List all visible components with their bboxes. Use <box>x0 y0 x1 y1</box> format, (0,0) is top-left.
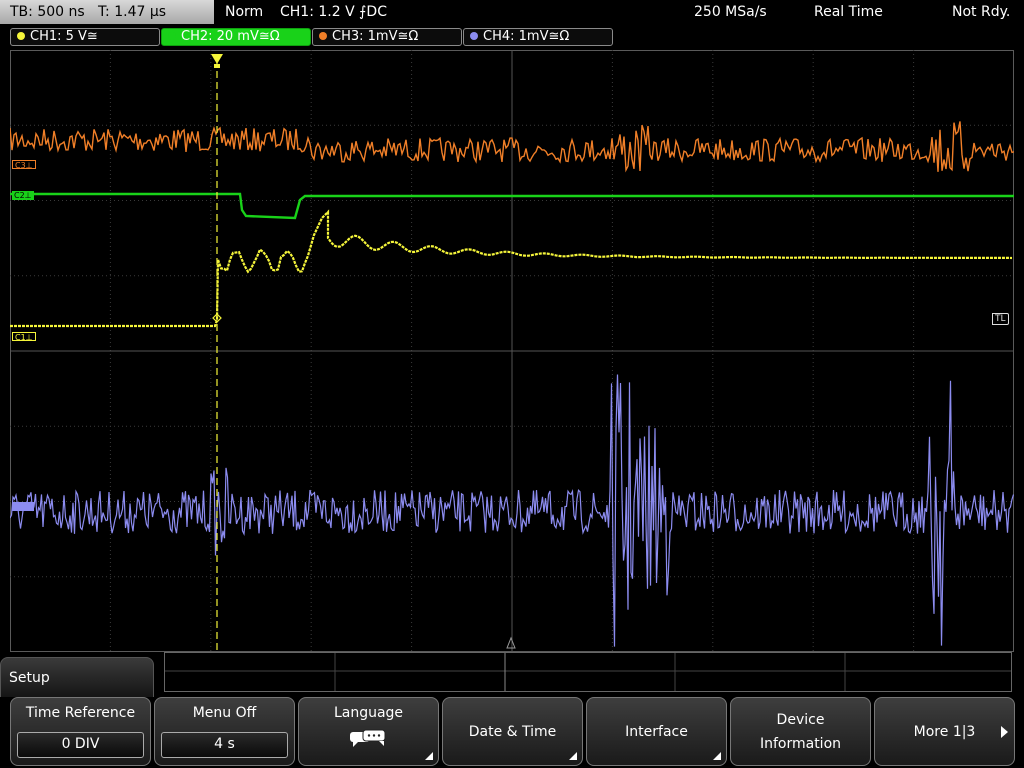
time-reference-value[interactable]: 0 DIV <box>17 732 144 758</box>
ch1-offset-marker[interactable]: C1⊥ <box>12 332 36 342</box>
sample-rate[interactable]: 250 MSa/s <box>694 0 767 24</box>
language-softkey[interactable]: Language <box>298 697 439 766</box>
channel-tab-ch4[interactable]: CH4: 1mV≅Ω <box>463 28 613 46</box>
info-strip <box>164 652 1012 692</box>
acquisition-mode[interactable]: Real Time <box>814 0 883 24</box>
trigger-source[interactable]: CH1: 1.2 V ⨍DC <box>280 0 387 24</box>
softkey-label: Menu Off <box>192 705 257 721</box>
submenu-indicator-icon <box>425 752 433 760</box>
ch2-offset-marker[interactable]: C2⊥ <box>12 191 34 200</box>
speech-bubbles-icon <box>350 729 386 747</box>
ch4-offset-marker[interactable]: C4⊥ <box>12 502 34 511</box>
submenu-indicator-icon <box>713 752 721 760</box>
timebase-readout: TB: 500 ns <box>10 4 85 20</box>
softkey-label: Information <box>759 735 842 752</box>
channel-tab-ch2[interactable]: CH2: 20 mV≅Ω <box>161 28 311 46</box>
ch4-color-dot-icon <box>470 32 478 40</box>
horizontal-reference-marker-icon <box>506 636 516 649</box>
trigger-position-marker-icon[interactable] <box>211 54 223 64</box>
timebase-panel[interactable]: TB: 500 ns T: 1.47 µs <box>0 0 214 24</box>
next-page-arrow-icon <box>1001 726 1008 738</box>
waveform-display[interactable] <box>10 50 1014 652</box>
more-softkey[interactable]: More 1|3 <box>874 697 1015 766</box>
softkey-label: Time Reference <box>25 705 136 721</box>
softkey-label: Date & Time <box>468 723 557 740</box>
menu-off-softkey[interactable]: Menu Off 4 s <box>154 697 295 766</box>
trigger-position-marker-stem <box>214 64 220 68</box>
channel-tab-ch3[interactable]: CH3: 1mV≅Ω <box>312 28 462 46</box>
ch1-trace <box>10 209 1013 328</box>
channel-tab-label: CH1: 5 V≅ <box>30 29 98 44</box>
ch3-color-dot-icon <box>319 32 327 40</box>
trigger-level-marker[interactable]: TL <box>992 313 1009 325</box>
date-time-softkey[interactable]: Date & Time <box>442 697 583 766</box>
ch2-color-dot-icon <box>168 32 176 40</box>
softkey-label: More 1|3 <box>913 723 976 740</box>
softkey-label: Interface <box>625 723 688 740</box>
device-information-softkey[interactable]: Device Information <box>730 697 871 766</box>
channel-tab-label: CH3: 1mV≅Ω <box>332 29 419 44</box>
time-reference-softkey[interactable]: Time Reference 0 DIV <box>10 697 151 766</box>
channel-tab-ch1[interactable]: CH1: 5 V≅ <box>10 28 160 46</box>
menu-off-value[interactable]: 4 s <box>161 732 288 758</box>
acquisition-state: Not Rdy. <box>952 4 1011 20</box>
trigger-time-readout: T: 1.47 µs <box>98 4 167 20</box>
softkey-label: Language <box>333 705 404 721</box>
softkey-label: Device <box>776 711 825 728</box>
submenu-indicator-icon <box>569 752 577 760</box>
menu-title: Setup <box>0 657 154 697</box>
trigger-mode[interactable]: Norm <box>225 0 263 24</box>
interface-softkey[interactable]: Interface <box>586 697 727 766</box>
channel-tab-label: CH2: 20 mV≅Ω <box>181 29 280 44</box>
ch3-offset-marker[interactable]: C3⊥ <box>12 160 36 170</box>
info-strip-dividers <box>165 653 1011 691</box>
channel-tab-label: CH4: 1mV≅Ω <box>483 29 570 44</box>
status-bar: TB: 500 ns T: 1.47 µs Norm CH1: 1.2 V ⨍D… <box>0 0 1024 25</box>
ch1-color-dot-icon <box>17 32 25 40</box>
